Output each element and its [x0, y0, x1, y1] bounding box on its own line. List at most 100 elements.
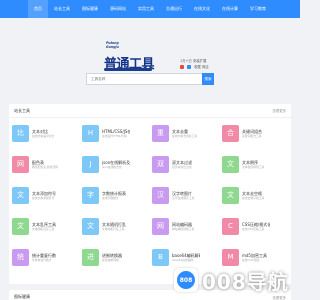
tools-row: 网配色表网页配色表 颜色代码 Jjson在线解析及格式化json在线格式化 双双文本… [9, 155, 291, 173]
tool-card[interactable]: 统统计重复行数 文本重复行统计 [12, 248, 60, 266]
nav-item[interactable]: 站长工具 [48, 0, 76, 18]
tools-row: 统统计重复行数 文本重复行统计 进进制转换器 在线进制转换 Bbase64编码解码 bas… [9, 248, 291, 266]
tool-card[interactable]: 合关键词组合 关键词组合工具 [222, 124, 270, 142]
tool-text: 双文本过滤 双文本对比过滤 [172, 160, 192, 169]
nav-item[interactable]: 在线文化 [188, 0, 216, 18]
tool-icon: 文 [12, 186, 29, 204]
tool-card[interactable]: 网网站编码器 网站编码转换工具 [152, 217, 200, 235]
tool-desc: 在线文本添加符号 [32, 195, 55, 200]
tool-card[interactable]: Jjson在线解析及格式化json在线格式化 [82, 155, 130, 173]
tool-title: 文本随机打乱 [102, 221, 126, 227]
tool-card[interactable]: 进进制转换器 在线进制转换 [82, 248, 130, 266]
tool-desc: 文本随机乱序工具 [32, 226, 55, 231]
tool-card[interactable]: 文文本乱序工具 文本随机乱序工具 [12, 217, 60, 235]
tool-text: HTML/CSS/JS在线运...在线运行HTML代码 [102, 129, 130, 138]
tool-text: 字数统计报表 在线字数统计 [102, 191, 126, 200]
tool-text: 网站编码器 网站编码转换工具 [172, 222, 194, 231]
tools-row: 比文本对比在线文本差异对比 HHTML/CSS/JS在线运...在线运行HTML代… [9, 124, 291, 142]
tool-text: 文本对比 在线文本差异对比 [32, 129, 54, 138]
tool-desc: 文本重复行统计 [32, 257, 52, 262]
tool-card[interactable]: 字字数统计报表 在线字数统计 [82, 186, 130, 204]
tool-desc: 在线字数统计 [102, 195, 119, 200]
tool-desc: 网页配色表 颜色代码 [32, 164, 59, 169]
tool-card[interactable]: HHTML/CSS/JS在线运...在线运行HTML代码 [82, 124, 130, 142]
search-bar: 搜索 [86, 73, 214, 85]
logo-swoosh [104, 68, 152, 71]
nav-item[interactable]: 交通出行 [160, 0, 188, 18]
tool-title: 文本添加符号 [32, 190, 56, 196]
tool-desc: 在线进制转换 [102, 257, 119, 262]
tool-desc: base64在线编码 [172, 257, 194, 262]
tool-icon: 汉 [152, 186, 169, 204]
tool-card[interactable]: 文文本添加符号 在线文本添加符号 [12, 186, 60, 204]
tool-card[interactable]: 文文本去空格 在线去除空格工具 [222, 186, 270, 204]
tool-title: 进制转换器 [102, 252, 122, 258]
tool-desc: 在线去除空格工具 [242, 195, 265, 200]
extension-store-text[interactable]: 收藏 商店 [194, 64, 209, 70]
nav-item[interactable]: 图标健康 [76, 0, 104, 18]
tool-card[interactable]: Bbase64编码解码 base64在线编码 [152, 248, 200, 266]
tool-icon: 合 [222, 124, 239, 142]
tool-desc: json在线格式化 [102, 164, 122, 169]
tool-icon: M [222, 248, 239, 266]
tool-title: CSS压缩/格式化 [242, 221, 270, 227]
tool-card[interactable]: 比文本对比 在线文本差异对比 [12, 124, 60, 142]
tool-icon: 文 [222, 186, 239, 204]
tool-desc: 双文本对比过滤 [172, 164, 192, 169]
tool-icon: 重 [152, 124, 169, 142]
tool-text: 文本添加符号 在线文本添加符号 [32, 191, 56, 200]
tool-text: 文本去空格 在线去除空格工具 [242, 191, 264, 200]
tool-card[interactable]: 文文本倒序 文本倒序排列工具 [222, 155, 270, 173]
tool-desc: 关键词组合工具 [242, 133, 262, 138]
tool-icon: C [222, 217, 239, 235]
tool-card[interactable]: 文文本随机打乱 文本随机打乱工具 [82, 217, 130, 235]
panel-title: 站长工具 [14, 107, 30, 113]
nav-item[interactable]: 首页 [28, 0, 48, 18]
tool-title: 字数统计报表 [102, 190, 126, 196]
extension-info: 1万+已 安装扩展 收藏 商店 [180, 58, 209, 70]
tool-card[interactable]: 重文本去重 在线文本去重复工具 [152, 124, 200, 142]
tools-row: 文文本乱序工具 文本随机乱序工具 文文本随机打乱 文本随机打乱工具 网网站编码器 网站编码… [9, 217, 291, 235]
nav-item[interactable]: 源码网站 [104, 0, 132, 18]
tool-icon: 统 [12, 248, 29, 266]
panel-more-link[interactable]: 查看更多 [272, 108, 286, 113]
tool-icon: 进 [82, 248, 99, 266]
tool-icon: 网 [12, 155, 29, 173]
tool-card[interactable]: Mmd5加密工具 在线md5加密 [222, 248, 270, 266]
nav-item[interactable]: 学习教育 [244, 0, 272, 18]
tool-text: 汉字转图片 汉字生成图片工具 [172, 191, 194, 200]
tool-icon: 网 [152, 217, 169, 235]
tool-text: 进制转换器 在线进制转换 [102, 253, 122, 262]
tool-title: base64编码解码 [172, 252, 200, 258]
tool-text: 文本倒序 文本倒序排列工具 [242, 160, 264, 169]
tool-desc: 在线运行HTML代码 [102, 133, 127, 138]
tool-title: 网站编码器 [172, 221, 192, 227]
tool-card[interactable]: 双双文本过滤 双文本对比过滤 [152, 155, 200, 173]
logo-small-text: Putong Gongju [106, 41, 119, 49]
tool-title: 文本去空格 [242, 190, 262, 196]
tool-card[interactable]: 汉汉字转图片 汉字生成图片工具 [152, 186, 200, 204]
chrome-icon [180, 65, 184, 69]
tool-title: md5加密工具 [242, 252, 267, 258]
tools-panel: 站长工具 查看更多 比文本对比在线文本差异对比 HHTML/CSS/JS在线运..… [9, 104, 291, 284]
tool-desc: 在线文本差异对比 [32, 133, 55, 138]
tool-desc: 在线md5加密 [242, 257, 260, 262]
tool-text: 统计重复行数 文本重复行统计 [32, 253, 56, 262]
panel2-more-link[interactable]: 查看更多 [272, 295, 286, 300]
tools-row: 文文本添加符号 在线文本添加符号字字数统计报表 在线字数统计汉汉字转图片 汉字生成图片… [9, 186, 291, 204]
tool-card[interactable]: C CSS压缩/格式化 在线CSS压缩工具 [222, 217, 270, 235]
search-button[interactable]: 搜索 [202, 73, 214, 85]
top-navbar: 首页 站长工具 图标健康 源码网站 实用工具 交通出行 在线文化 在线计算 学习教育 [0, 0, 300, 18]
nav-item[interactable]: 在线计算 [216, 0, 244, 18]
panel-header: 站长工具 查看更多 [9, 104, 291, 118]
tool-title: HTML/CSS/JS在线运... [102, 128, 130, 134]
site-logo[interactable]: Putong Gongju 普通工具 [104, 41, 162, 76]
tool-card[interactable]: 网配色表 网页配色表 颜色代码 [12, 155, 60, 173]
tool-icon: H [82, 124, 99, 142]
extension-line-2[interactable]: 收藏 商店 [180, 64, 209, 70]
search-input[interactable] [86, 73, 202, 85]
tool-icon: B [152, 248, 169, 266]
tool-text: 关键词组合 关键词组合工具 [242, 129, 262, 138]
nav-item[interactable]: 实用工具 [132, 0, 160, 18]
tool-text: md5加密工具 在线md5加密 [242, 253, 267, 262]
